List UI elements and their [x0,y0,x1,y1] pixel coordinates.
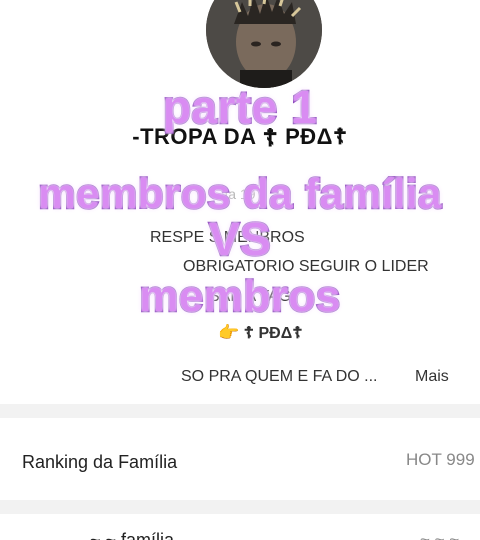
description-tag: PÐΔ☦ [258,325,303,342]
cross-icon: ☦ [243,325,255,342]
ranking-label[interactable]: Ranking da Família [22,452,177,473]
section-divider [0,404,480,418]
overlay-line-2: membros da família [37,169,442,219]
description-line-4: 👉 ☦ PÐΔ☦ [218,323,303,343]
next-row-label[interactable]: ... ~ ~ família [70,530,174,540]
section-divider [0,500,480,514]
description-line-5: SO PRA QUEM E FA DO ... [181,368,378,385]
overlay-vs: VS [208,212,272,267]
overlay-title: parte 1 [162,80,318,135]
more-link[interactable]: Mais [415,368,449,386]
pointing-hand-icon: 👉 [218,323,240,342]
overlay-line-4: membros [138,271,342,323]
next-row-value: ~ ~ ~ [420,530,460,540]
family-avatar[interactable] [206,0,322,88]
ranking-value: HOT 999 [406,450,475,469]
